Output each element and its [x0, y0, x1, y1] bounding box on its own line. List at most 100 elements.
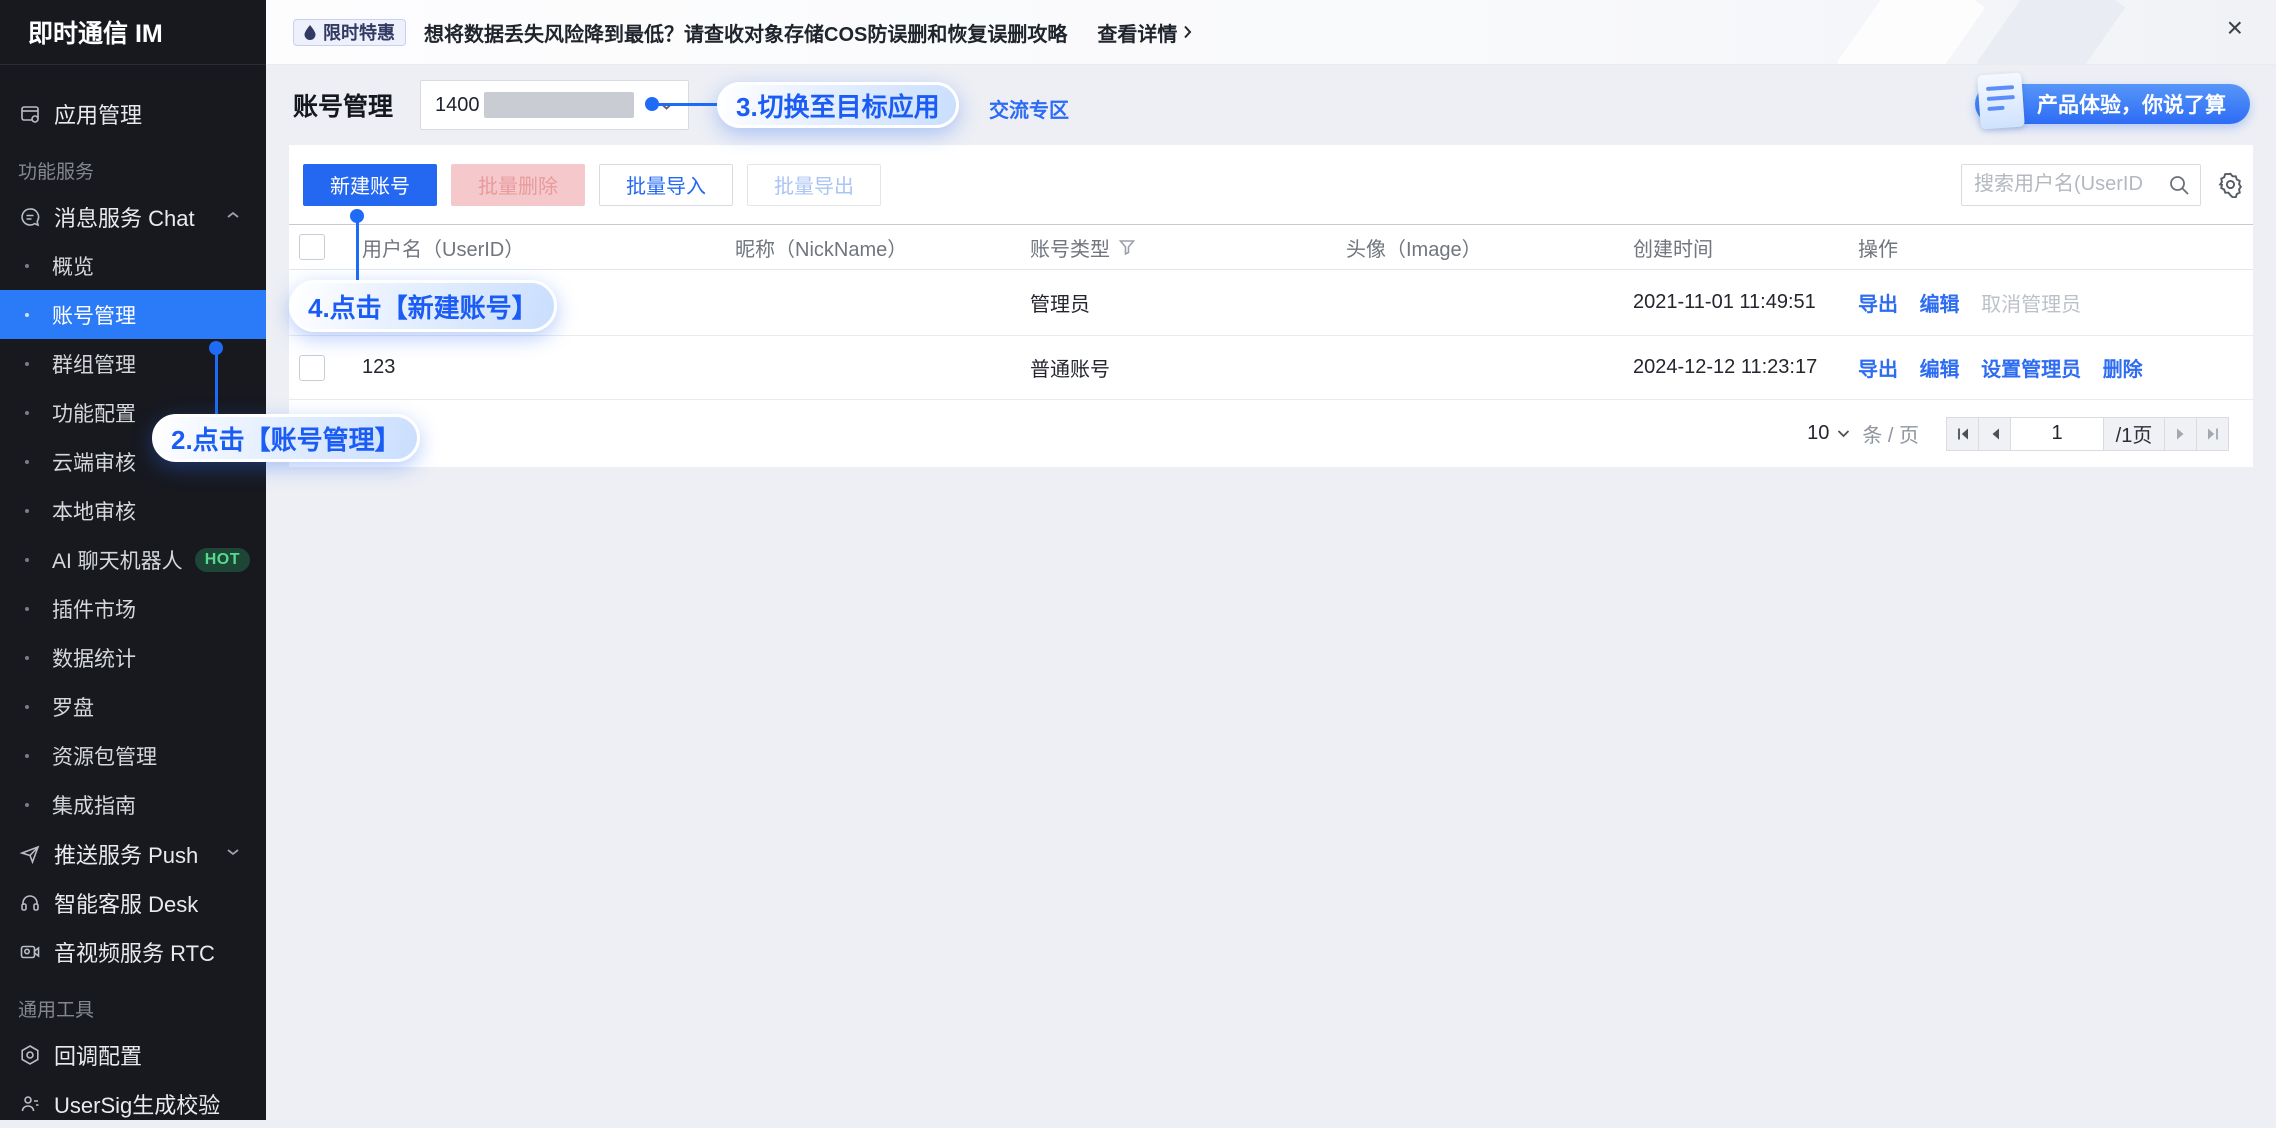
sidebar-item-resource-package[interactable]: 资源包管理	[0, 731, 266, 780]
sidebar-item-label: 消息服务 Chat	[54, 201, 195, 233]
last-page-icon	[2205, 426, 2221, 442]
person-icon	[18, 1092, 42, 1116]
sidebar-item-label: 本地审核	[52, 496, 136, 526]
prev-page-button[interactable]	[1978, 417, 2011, 451]
page-title: 账号管理	[293, 87, 393, 123]
bullet-dot	[25, 362, 29, 366]
first-page-button[interactable]	[1946, 417, 1979, 451]
edit-link[interactable]: 编辑	[1920, 294, 1960, 316]
headset-icon	[18, 891, 42, 915]
last-page-button[interactable]	[2196, 417, 2229, 451]
banner-details-link[interactable]: 查看详情	[1097, 18, 1192, 47]
droplet-icon	[304, 25, 316, 40]
sidebar-item-label: AI 聊天机器人	[52, 545, 183, 575]
sidebar-item-callback-config[interactable]: 回调配置	[0, 1030, 266, 1079]
sidebar-item-integration-guide[interactable]: 集成指南	[0, 780, 266, 829]
sidebar-item-app-management[interactable]: 应用管理	[0, 89, 266, 138]
export-link[interactable]: 导出	[1858, 294, 1898, 316]
table-settings-button[interactable]	[2215, 170, 2245, 200]
chevron-down-icon	[1837, 429, 1850, 438]
bullet-dot	[25, 656, 29, 660]
sidebar-item-desk[interactable]: 智能客服 Desk	[0, 878, 266, 927]
search-icon[interactable]	[2167, 173, 2191, 197]
toolbar: 新建账号 批量删除 批量导入 批量导出	[289, 145, 2253, 224]
cell-account-type: 管理员	[1017, 288, 1333, 317]
sidebar-item-label: 集成指南	[52, 790, 136, 820]
annotation-line-step3	[655, 103, 718, 106]
sidebar-item-local-moderation[interactable]: 本地审核	[0, 486, 266, 535]
video-camera-icon	[18, 940, 42, 964]
sidebar-item-label: UserSig生成校验	[54, 1088, 220, 1120]
sidebar-item-plugin-market[interactable]: 插件市场	[0, 584, 266, 633]
sidebar-item-chat[interactable]: 消息服务 Chat	[0, 192, 266, 241]
delete-link[interactable]: 删除	[2103, 359, 2143, 381]
banner-decoration	[1977, 0, 2125, 65]
sidebar-item-label: 推送服务 Push	[54, 838, 198, 870]
promo-badge: 限时特惠	[293, 19, 406, 46]
batch-delete-button[interactable]: 批量删除	[451, 164, 585, 206]
hot-badge: HOT	[195, 548, 250, 572]
sidebar-item-data-statistics[interactable]: 数据统计	[0, 633, 266, 682]
sidebar-item-label: 资源包管理	[52, 741, 157, 771]
sidebar-item-usersig[interactable]: UserSig生成校验	[0, 1079, 266, 1128]
set-admin-link[interactable]: 设置管理员	[1981, 359, 2081, 381]
sidebar-item-label: 应用管理	[54, 98, 142, 130]
export-link[interactable]: 导出	[1858, 359, 1898, 381]
bullet-dot	[25, 558, 29, 562]
next-page-button[interactable]	[2164, 417, 2197, 451]
select-all-checkbox[interactable]	[299, 234, 325, 260]
main-content: 新建账号 批量删除 批量导入 批量导出	[266, 145, 2276, 1120]
page-number-input[interactable]	[2011, 422, 2103, 445]
chevron-right-icon	[1183, 25, 1192, 39]
promo-badge-label: 限时特惠	[323, 19, 395, 45]
sidebar-item-group-management[interactable]: 群组管理	[0, 339, 266, 388]
paper-plane-icon	[18, 842, 42, 866]
sidebar-item-label: 功能配置	[52, 398, 136, 428]
bullet-dot	[25, 607, 29, 611]
column-label: 账号类型	[1030, 233, 1110, 262]
sidebar-item-overview[interactable]: 概览	[0, 241, 266, 290]
sidebar-item-account-management[interactable]: 账号管理	[0, 290, 266, 339]
filter-funnel-icon[interactable]	[1118, 238, 1136, 256]
chevron-up-icon[interactable]	[226, 210, 240, 220]
promo-banner: 限时特惠 想将数据丢失风险降到最低？请查收对象存储COS防误删和恢复误删攻略 查…	[266, 0, 2276, 65]
sidebar-item-push[interactable]: 推送服务 Push	[0, 829, 266, 878]
sidebar-item-label: 回调配置	[54, 1039, 142, 1071]
annotation-step3-label: 3.切换至目标应用	[736, 87, 940, 124]
sidebar-section-features: 功能服务	[0, 138, 266, 192]
bullet-dot	[25, 264, 29, 268]
column-nickname: 昵称（NickName）	[722, 233, 1017, 262]
page-input-cell	[2010, 417, 2104, 451]
bullet-dot	[25, 705, 29, 709]
page-size-selector[interactable]: 10 条 / 页	[1807, 419, 1919, 448]
chevron-down-icon[interactable]	[226, 847, 240, 857]
annotation-step2-label: 2.点击【账号管理】	[171, 420, 401, 457]
app-id-prefix: 1400	[435, 94, 480, 117]
sidebar-item-label: 云端审核	[52, 447, 136, 477]
cell-created: 2021-11-01 11:49:51	[1620, 291, 1845, 314]
column-created: 创建时间	[1620, 233, 1845, 262]
sidebar-item-rtc[interactable]: 音视频服务 RTC	[0, 927, 266, 976]
bullet-dot	[25, 460, 29, 464]
banner-details-label: 查看详情	[1097, 18, 1177, 47]
column-image: 头像（Image）	[1333, 233, 1620, 262]
product-feedback-button[interactable]: 产品体验，你说了算	[1975, 84, 2250, 124]
close-icon[interactable]: ×	[2227, 14, 2243, 42]
gear-icon	[2217, 171, 2244, 198]
sidebar-item-ai-chatbot[interactable]: AI 聊天机器人 HOT	[0, 535, 266, 584]
page-size-unit: 条 / 页	[1862, 419, 1919, 448]
search-input[interactable]	[1961, 164, 2201, 206]
sidebar-item-compass[interactable]: 罗盘	[0, 682, 266, 731]
header-checkbox-cell	[289, 234, 349, 260]
row-checkbox[interactable]	[299, 355, 325, 381]
edit-link[interactable]: 编辑	[1920, 359, 1960, 381]
pager-group: /1页	[1947, 417, 2229, 451]
batch-import-button[interactable]: 批量导入	[599, 164, 733, 206]
bullet-dot	[25, 509, 29, 513]
search-box	[1961, 164, 2201, 206]
batch-export-button[interactable]: 批量导出	[747, 164, 881, 206]
redacted-app-name	[484, 92, 634, 118]
create-account-button[interactable]: 新建账号	[303, 164, 437, 206]
forum-link[interactable]: 交流专区	[989, 94, 1069, 123]
sidebar-section-tools: 通用工具	[0, 976, 266, 1030]
